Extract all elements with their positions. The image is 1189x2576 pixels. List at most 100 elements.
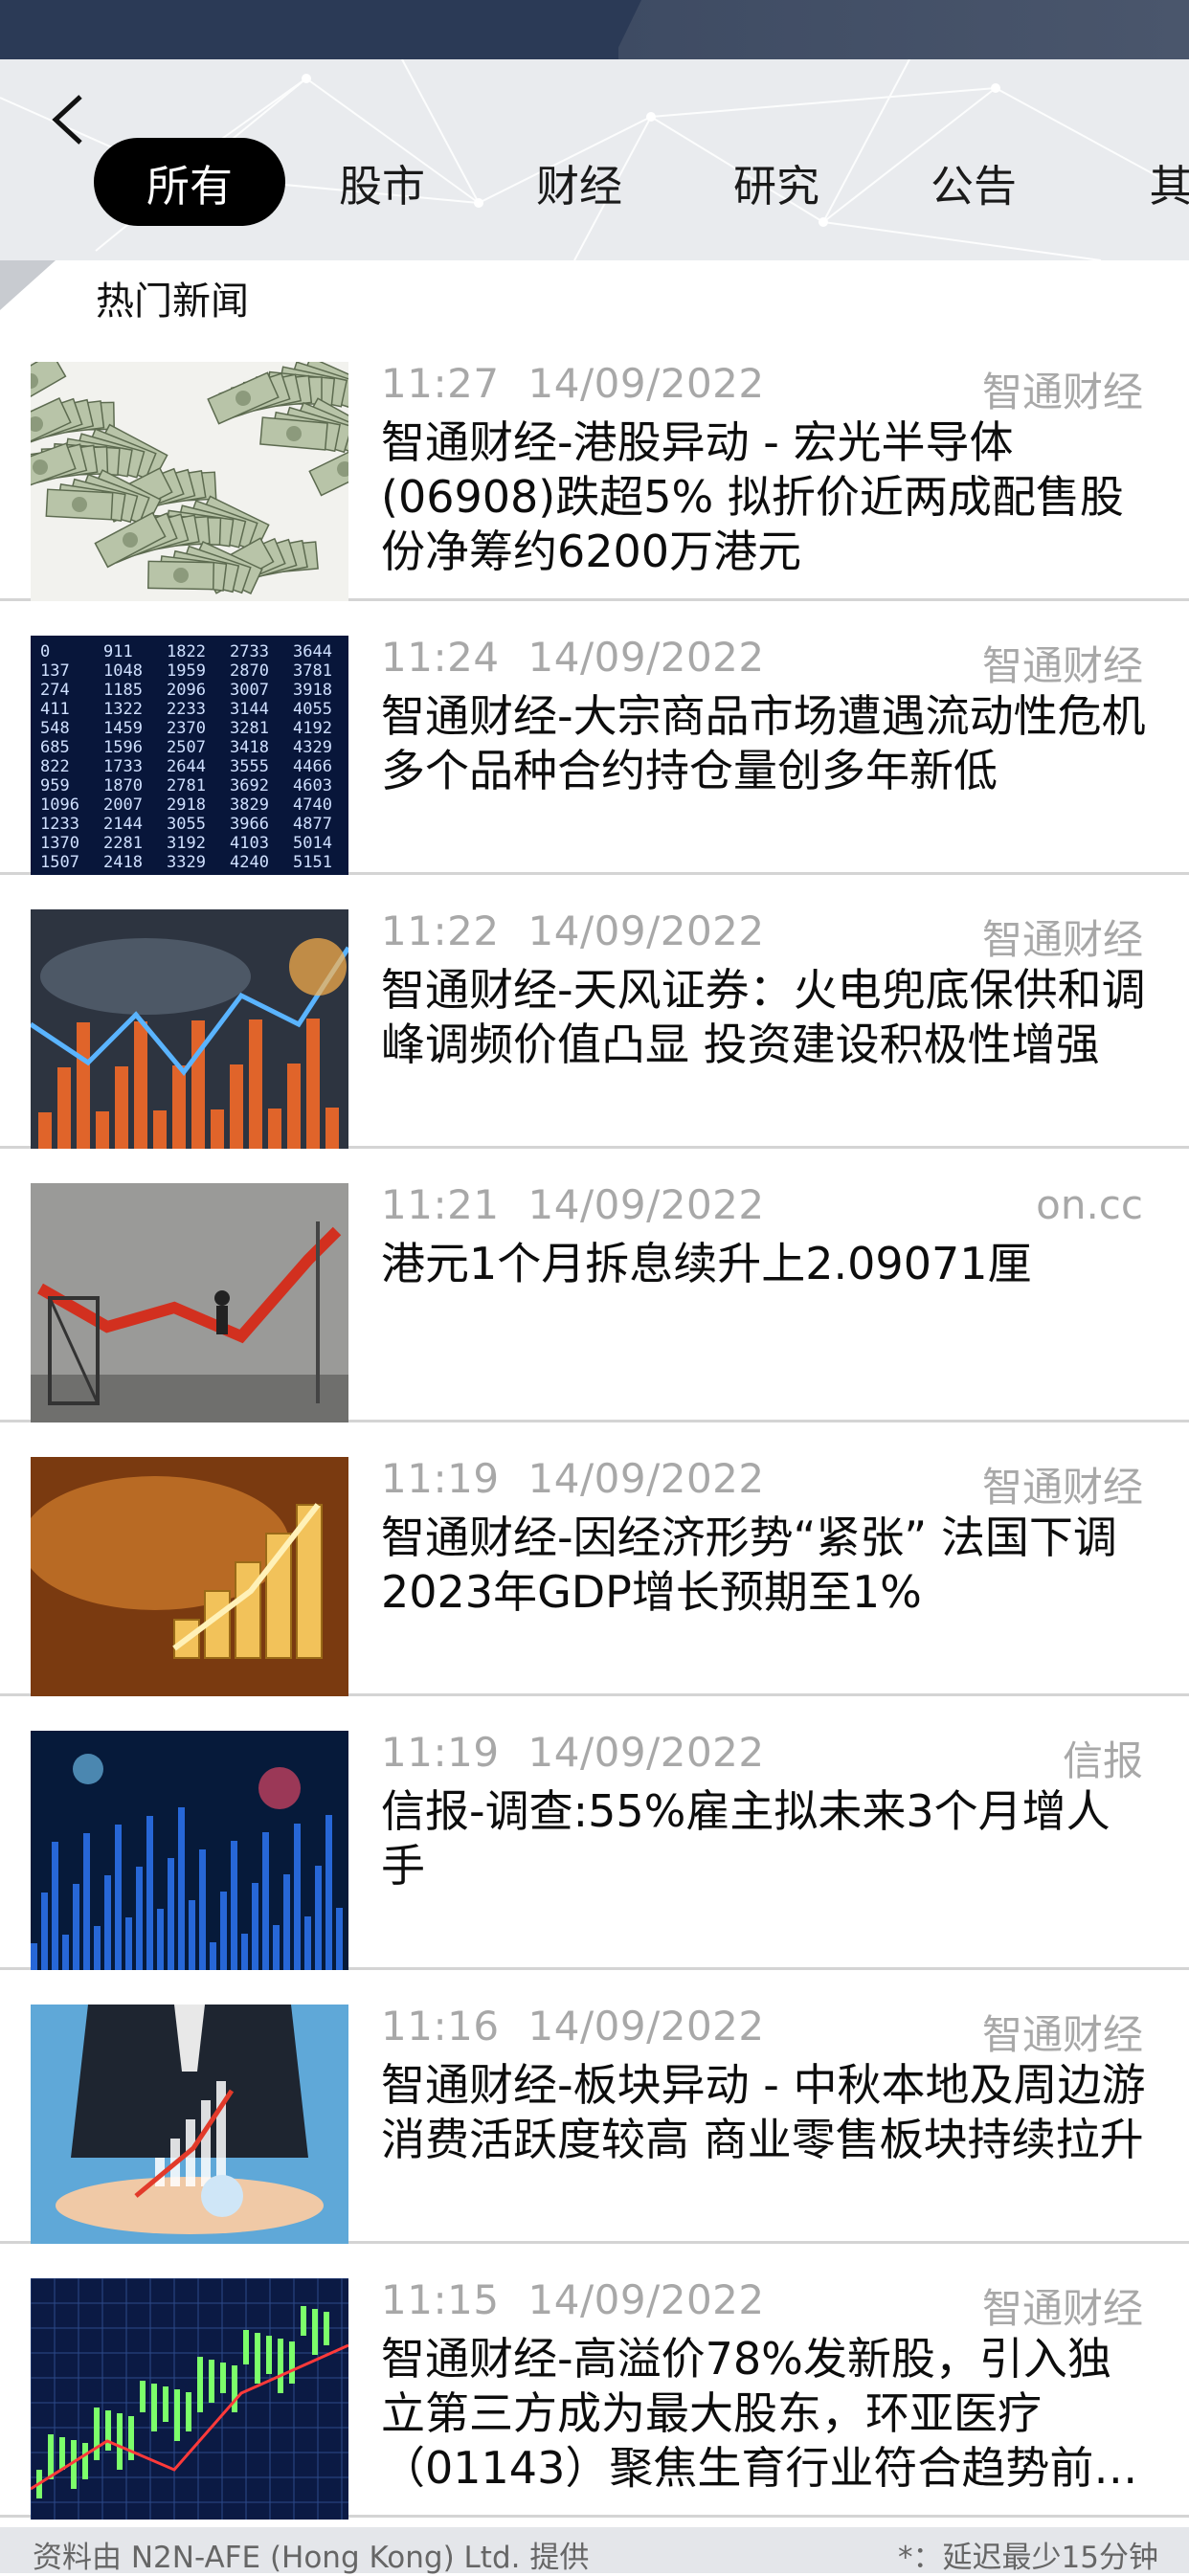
news-headline[interactable]: 信报-调查:55%雇主拟未来3个月增人手 [381, 1784, 1147, 1893]
news-thumbnail [31, 1183, 348, 1424]
svg-text:3829: 3829 [230, 795, 269, 815]
svg-text:548: 548 [40, 719, 70, 738]
news-item[interactable]: 11:22 14/09/2022 智通财经 智通财经-天风证券：火电兜底保供和调峰… [0, 875, 1189, 1151]
svg-text:2918: 2918 [167, 795, 206, 815]
svg-text:0: 0 [40, 642, 50, 661]
news-time: 11:19 [381, 1455, 500, 1502]
svg-text:1870: 1870 [103, 776, 143, 795]
back-button[interactable] [38, 86, 96, 153]
news-thumbnail [31, 362, 348, 603]
svg-text:1596: 1596 [103, 738, 143, 757]
svg-text:2370: 2370 [167, 719, 206, 738]
svg-text:685: 685 [40, 738, 70, 757]
category-tabs: 所有 股市 财经 研究 公告其 [94, 138, 1189, 226]
svg-text:2418: 2418 [103, 853, 143, 872]
news-source: 信报 [1062, 1737, 1143, 1784]
news-date: 14/09/2022 [527, 1455, 765, 1502]
news-headline[interactable]: 智通财经-因经济形势“紧张” 法国下调2023年GDP增长预期至1% [381, 1511, 1147, 1620]
chevron-left-icon [52, 95, 82, 145]
news-item[interactable]: 11:15 14/09/2022 智通财经 智通财经-高溢价78%发新股，引入独立… [0, 2244, 1189, 2520]
news-timestamp: 11:21 14/09/2022 [381, 1181, 765, 1228]
news-headline[interactable]: 智通财经-高溢价78%发新股，引入独立第三方成为最大股东，环亚医疗（01143）… [381, 2332, 1147, 2496]
news-date: 14/09/2022 [527, 907, 765, 954]
svg-text:2096: 2096 [167, 681, 206, 700]
news-source: 智通财经 [981, 916, 1143, 963]
svg-text:4603: 4603 [293, 776, 332, 795]
news-date: 14/09/2022 [527, 2003, 765, 2050]
svg-text:1322: 1322 [103, 700, 143, 719]
svg-text:5014: 5014 [293, 834, 332, 853]
news-source: 智通财经 [981, 2011, 1143, 2058]
svg-text:137: 137 [40, 661, 70, 681]
tab-1[interactable]: 股市 [287, 138, 477, 226]
section-corner-decoration [0, 260, 56, 310]
svg-text:4329: 4329 [293, 738, 332, 757]
svg-text:2733: 2733 [230, 642, 269, 661]
news-headline[interactable]: 智通财经-板块异动 - 中秋本地及周边游消费活跃度较高 商业零售板块持续拉升 [381, 2058, 1147, 2167]
svg-text:3007: 3007 [230, 681, 269, 700]
svg-text:1507: 1507 [40, 853, 79, 872]
svg-text:3192: 3192 [167, 834, 206, 853]
svg-text:3966: 3966 [230, 815, 269, 834]
news-source: 智通财经 [981, 2285, 1143, 2332]
svg-text:1733: 1733 [103, 757, 143, 776]
news-item[interactable]: 11:27 14/09/2022 智通财经 智通财经-港股异动 - 宏光半导体(0… [0, 327, 1189, 603]
news-timestamp: 11:15 14/09/2022 [381, 2276, 765, 2323]
news-timestamp: 11:16 14/09/2022 [381, 2003, 765, 2050]
tab-4[interactable]: 公告 [879, 138, 1068, 226]
svg-text:2507: 2507 [167, 738, 206, 757]
news-source: 智通财经 [981, 1464, 1143, 1511]
news-time: 11:19 [381, 1729, 500, 1776]
news-thumbnail [31, 2278, 348, 2520]
svg-text:3692: 3692 [230, 776, 269, 795]
news-thumbnail [31, 2005, 348, 2246]
tab-3[interactable]: 研究 [682, 138, 871, 226]
news-source: 智通财经 [981, 369, 1143, 415]
news-thumbnail [31, 1731, 348, 1972]
news-item[interactable]: 11:19 14/09/2022 智通财经 智通财经-因经济形势“紧张” 法国下调… [0, 1422, 1189, 1698]
svg-text:1822: 1822 [167, 642, 206, 661]
data-provider-note: 资料由 N2N-AFE (Hong Kong) Ltd. 提供 [33, 2541, 590, 2575]
news-item[interactable]: 11:16 14/09/2022 智通财经 智通财经-板块异动 - 中秋本地及周边… [0, 1970, 1189, 2246]
news-date: 14/09/2022 [527, 634, 765, 681]
news-item[interactable]: 11:21 14/09/2022 on.cc 港元1个月拆息续升上2.09071厘 [0, 1149, 1189, 1424]
section-header: 热门新闻 [0, 260, 1189, 327]
svg-text:4466: 4466 [293, 757, 332, 776]
section-title: 热门新闻 [96, 280, 249, 324]
svg-text:2007: 2007 [103, 795, 143, 815]
news-thumbnail [31, 1457, 348, 1698]
news-timestamp: 11:27 14/09/2022 [381, 360, 765, 407]
news-item[interactable]: 0 911 1822 2733 3644 137 1048 1959 2870 3781 274 11… [0, 601, 1189, 877]
svg-text:3555: 3555 [230, 757, 269, 776]
tab-0[interactable]: 所有 [94, 138, 285, 226]
news-headline[interactable]: 港元1个月拆息续升上2.09071厘 [381, 1237, 1147, 1291]
news-time: 11:24 [381, 634, 500, 681]
svg-text:3418: 3418 [230, 738, 269, 757]
news-time: 11:16 [381, 2003, 500, 2050]
status-bar [0, 0, 1189, 59]
news-source: 智通财经 [981, 642, 1143, 689]
news-headline[interactable]: 智通财经-天风证券：火电兜底保供和调峰调频价值凸显 投资建设积极性增强 [381, 963, 1147, 1072]
news-date: 14/09/2022 [527, 1729, 765, 1776]
svg-text:1048: 1048 [103, 661, 143, 681]
svg-text:1185: 1185 [103, 681, 143, 700]
footer: 资料由 N2N-AFE (Hong Kong) Ltd. 提供 *：延迟最少15… [0, 2527, 1189, 2575]
svg-text:959: 959 [40, 776, 70, 795]
tab-5[interactable]: 其 [1076, 138, 1189, 226]
svg-text:4740: 4740 [293, 795, 332, 815]
news-headline[interactable]: 智通财经-大宗商品市场遭遇流动性危机 多个品种合约持仓量创多年新低 [381, 689, 1147, 798]
svg-text:411: 411 [40, 700, 70, 719]
news-headline[interactable]: 智通财经-港股异动 - 宏光半导体(06908)跌超5% 拟折价近两成配售股份净… [381, 415, 1147, 579]
news-item[interactable]: 11:19 14/09/2022 信报 信报-调查:55%雇主拟未来3个月增人手 [0, 1696, 1189, 1972]
svg-text:822: 822 [40, 757, 70, 776]
svg-text:1233: 1233 [40, 815, 79, 834]
svg-text:2781: 2781 [167, 776, 206, 795]
svg-text:1370: 1370 [40, 834, 79, 853]
news-date: 14/09/2022 [527, 1181, 765, 1228]
svg-text:1459: 1459 [103, 719, 143, 738]
tab-2[interactable]: 财经 [484, 138, 674, 226]
news-time: 11:27 [381, 360, 500, 407]
svg-text:3055: 3055 [167, 815, 206, 834]
svg-text:2281: 2281 [103, 834, 143, 853]
news-timestamp: 11:19 14/09/2022 [381, 1729, 765, 1776]
